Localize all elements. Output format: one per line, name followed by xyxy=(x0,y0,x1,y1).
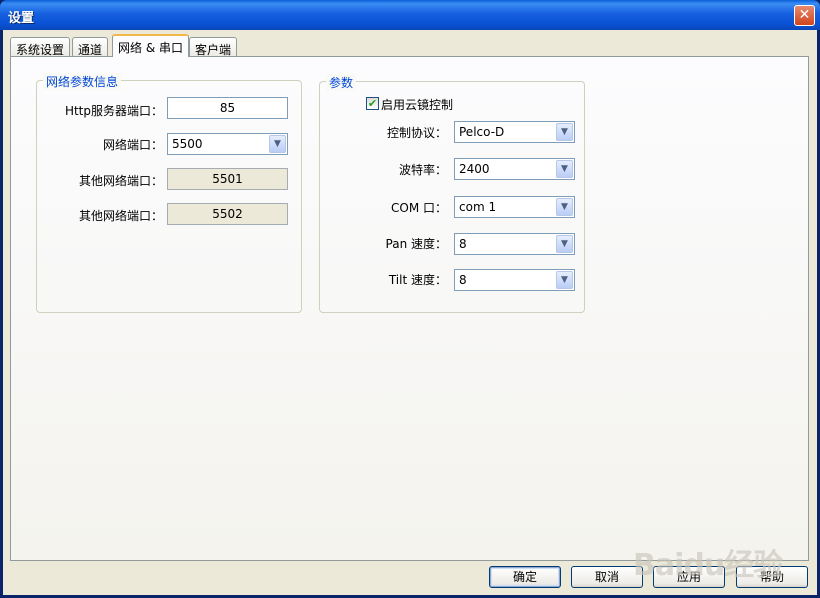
enable-ptz-checkbox[interactable]: ✔ xyxy=(366,97,379,110)
chevron-down-icon[interactable]: ▼ xyxy=(556,235,573,253)
tab-client[interactable]: 客户端 xyxy=(189,37,238,57)
protocol-combo[interactable]: Pelco-D ▼ xyxy=(454,121,575,143)
protocol-value: Pelco-D xyxy=(459,125,505,139)
params-group: 参数 ✔ 启用云镜控制 控制协议： Pelco-D ▼ 波特率： 2400 ▼ … xyxy=(319,74,585,313)
tab-panel: 网络参数信息 Http服务器端口： 85 网络端口： 5500 ▼ 其他网络端口… xyxy=(10,56,809,561)
tilt-speed-label: Tilt 速度： xyxy=(388,273,447,287)
http-port-label: Http服务器端口： xyxy=(64,104,163,118)
pan-speed-value: 8 xyxy=(459,237,467,251)
dialog-body: 系统设置 通道 网络 & 串口 客户端 网络参数信息 Http服务器端口： 85… xyxy=(3,30,817,595)
ok-button[interactable]: 确定 xyxy=(489,566,561,588)
net-port-combo[interactable]: 5500 ▼ xyxy=(167,133,288,155)
com-combo[interactable]: com 1 ▼ xyxy=(454,196,575,218)
close-button[interactable]: ✕ xyxy=(794,5,815,26)
enable-ptz-label[interactable]: 启用云镜控制 xyxy=(381,96,453,113)
close-icon: ✕ xyxy=(798,7,811,23)
settings-window: 设置 ✕ 系统设置 通道 网络 & 串口 客户端 网络参数信息 Http服务器端… xyxy=(0,0,820,598)
tab-network-serial[interactable]: 网络 & 串口 xyxy=(112,34,189,57)
checkmark-icon: ✔ xyxy=(367,97,378,110)
chevron-down-icon[interactable]: ▼ xyxy=(556,160,573,178)
chevron-down-icon[interactable]: ▼ xyxy=(556,123,573,141)
chevron-down-icon[interactable]: ▼ xyxy=(556,198,573,216)
baud-value: 2400 xyxy=(459,162,490,176)
com-value: com 1 xyxy=(459,200,497,214)
other-port1-label: 其他网络端口： xyxy=(78,174,163,188)
other-port1-field: 5501 xyxy=(167,168,288,190)
params-title: 参数 xyxy=(326,74,357,91)
pan-speed-combo[interactable]: 8 ▼ xyxy=(454,233,575,255)
tilt-speed-value: 8 xyxy=(459,273,467,287)
net-port-label: 网络端口： xyxy=(102,138,163,152)
window-title: 设置 xyxy=(8,11,35,26)
tab-system-settings[interactable]: 系统设置 xyxy=(10,37,71,57)
title-bar[interactable]: 设置 ✕ xyxy=(0,0,820,30)
network-params-title: 网络参数信息 xyxy=(43,73,122,90)
http-port-input[interactable]: 85 xyxy=(167,97,288,119)
chevron-down-icon[interactable]: ▼ xyxy=(556,271,573,289)
network-params-group: 网络参数信息 Http服务器端口： 85 网络端口： 5500 ▼ 其他网络端口… xyxy=(36,73,302,313)
watermark: Baidu经验 xyxy=(633,548,783,583)
com-label: COM 口： xyxy=(391,201,447,215)
baud-label: 波特率： xyxy=(398,163,447,177)
pan-speed-label: Pan 速度： xyxy=(385,237,447,251)
baud-combo[interactable]: 2400 ▼ xyxy=(454,158,575,180)
other-port2-label: 其他网络端口： xyxy=(78,209,163,223)
tab-channel[interactable]: 通道 xyxy=(72,37,109,57)
tilt-speed-combo[interactable]: 8 ▼ xyxy=(454,269,575,291)
net-port-value: 5500 xyxy=(172,137,203,151)
protocol-label: 控制协议： xyxy=(386,126,447,140)
other-port2-field: 5502 xyxy=(167,203,288,225)
chevron-down-icon[interactable]: ▼ xyxy=(269,135,286,153)
